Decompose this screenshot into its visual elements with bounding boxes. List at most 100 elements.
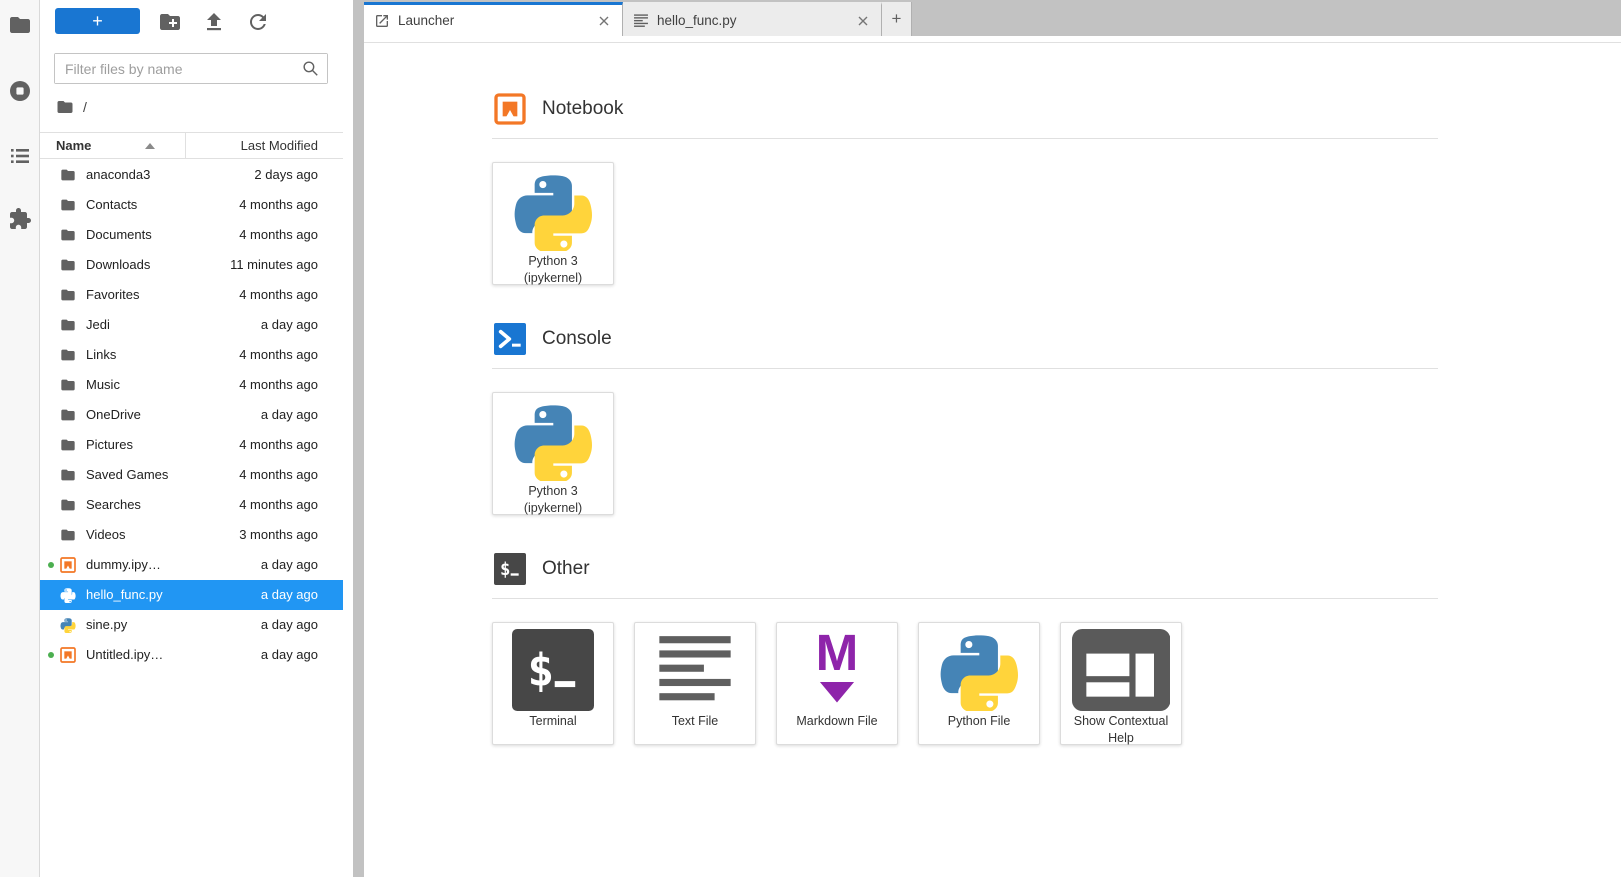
file-last-modified: 4 months ago bbox=[239, 227, 318, 242]
python-icon bbox=[512, 169, 594, 251]
card-row: Python 3 (ipykernel) bbox=[492, 392, 1438, 515]
filter-box bbox=[54, 53, 328, 84]
file-name: sine.py bbox=[86, 617, 128, 632]
file-name: dummy.ipy… bbox=[86, 557, 161, 572]
section-divider bbox=[492, 598, 1438, 599]
file-name: Music bbox=[86, 377, 120, 392]
sidebar-tab-extensions[interactable] bbox=[8, 207, 32, 231]
file-name: OneDrive bbox=[86, 407, 141, 422]
file-row[interactable]: OneDrive a day ago bbox=[40, 400, 343, 430]
tab-launcher[interactable]: Launcher bbox=[364, 2, 623, 36]
folder-icon bbox=[60, 317, 76, 333]
section-title: Other bbox=[542, 558, 590, 579]
file-last-modified: a day ago bbox=[260, 557, 318, 572]
launcher-card-text-file[interactable]: Text File bbox=[634, 622, 756, 745]
tab-hello-func-py[interactable]: hello_func.py bbox=[623, 2, 882, 36]
markdown-icon: M bbox=[796, 629, 878, 711]
file-last-modified: 4 months ago bbox=[239, 437, 318, 452]
file-last-modified: 4 months ago bbox=[239, 287, 318, 302]
sidebar-tab-file-browser[interactable] bbox=[8, 13, 32, 37]
text-file-icon bbox=[654, 629, 736, 711]
file-name: Links bbox=[86, 347, 117, 362]
file-list: anaconda3 2 days ago Contacts 4 months a… bbox=[40, 160, 343, 670]
file-row[interactable]: Pictures 4 months ago bbox=[40, 430, 343, 460]
card-row: $ Terminal Text File M Markdown File Pyt… bbox=[492, 622, 1438, 745]
column-divider bbox=[185, 133, 186, 158]
launcher-section: Notebook Python 3 (ipykernel) bbox=[492, 93, 1438, 285]
file-row[interactable]: Music 4 months ago bbox=[40, 370, 343, 400]
folder-icon bbox=[60, 377, 76, 393]
root-folder-icon[interactable] bbox=[56, 98, 74, 116]
file-row[interactable]: Downloads 11 minutes ago bbox=[40, 250, 343, 280]
file-row[interactable]: hello_func.py a day ago bbox=[40, 580, 343, 610]
file-browser-toolbar: + bbox=[40, 0, 353, 46]
refresh-button[interactable] bbox=[246, 10, 270, 34]
folder-icon bbox=[60, 347, 76, 363]
file-row[interactable]: Videos 3 months ago bbox=[40, 520, 343, 550]
terminal-icon: $ bbox=[494, 553, 526, 585]
file-row[interactable]: Favorites 4 months ago bbox=[40, 280, 343, 310]
stop-circle-icon bbox=[8, 79, 32, 103]
svg-text:$: $ bbox=[500, 560, 510, 580]
launcher-card-markdown-file[interactable]: M Markdown File bbox=[776, 622, 898, 745]
folder-icon bbox=[60, 407, 76, 423]
sidebar-splitter[interactable] bbox=[353, 0, 364, 877]
file-last-modified: 4 months ago bbox=[239, 197, 318, 212]
card-label: Show Contextual Help bbox=[1073, 714, 1169, 745]
sidebar-tab-running[interactable] bbox=[8, 79, 32, 103]
file-row[interactable]: Untitled.ipy… a day ago bbox=[40, 640, 343, 670]
folder-icon bbox=[60, 197, 76, 213]
folder-icon bbox=[60, 497, 76, 513]
column-header-last-modified[interactable]: Last Modified bbox=[241, 138, 318, 153]
file-row[interactable]: Links 4 months ago bbox=[40, 340, 343, 370]
launcher-card-python-3-ipykernel-[interactable]: Python 3 (ipykernel) bbox=[492, 392, 614, 515]
launcher-card-terminal[interactable]: $ Terminal bbox=[492, 622, 614, 745]
close-icon[interactable] bbox=[596, 13, 612, 29]
file-row[interactable]: Saved Games 4 months ago bbox=[40, 460, 343, 490]
card-label: Terminal bbox=[529, 714, 577, 728]
python-icon bbox=[60, 617, 76, 633]
file-last-modified: 4 months ago bbox=[239, 377, 318, 392]
file-last-modified: a day ago bbox=[260, 617, 318, 632]
filter-files-input[interactable] bbox=[55, 54, 327, 83]
file-last-modified: 4 months ago bbox=[239, 497, 318, 512]
sidebar-tab-toc[interactable] bbox=[8, 144, 32, 168]
breadcrumb-root[interactable]: / bbox=[83, 99, 87, 115]
new-folder-button[interactable] bbox=[158, 10, 182, 34]
launcher-card-python-file[interactable]: Python File bbox=[918, 622, 1040, 745]
file-row[interactable]: sine.py a day ago bbox=[40, 610, 343, 640]
file-row[interactable]: anaconda3 2 days ago bbox=[40, 160, 343, 190]
launcher-card-show-contextual-help[interactable]: Show Contextual Help bbox=[1060, 622, 1182, 745]
file-row[interactable]: Contacts 4 months ago bbox=[40, 190, 343, 220]
card-label: Text File bbox=[671, 714, 719, 728]
section-header: Console bbox=[492, 323, 1438, 355]
launcher-icon bbox=[374, 13, 390, 29]
python-icon bbox=[60, 587, 76, 603]
add-tab-button[interactable]: + bbox=[882, 2, 912, 36]
file-row[interactable]: dummy.ipy… a day ago bbox=[40, 550, 343, 580]
python-icon bbox=[938, 629, 1020, 711]
column-header-name[interactable]: Name bbox=[56, 138, 91, 153]
new-launcher-button[interactable]: + bbox=[55, 8, 140, 34]
launcher-section: Console Python 3 (ipykernel) bbox=[492, 323, 1438, 515]
notebook-icon bbox=[494, 93, 526, 125]
file-row[interactable]: Documents 4 months ago bbox=[40, 220, 343, 250]
file-list-header: Name Last Modified bbox=[40, 132, 343, 159]
text-file-icon bbox=[633, 13, 649, 29]
upload-button[interactable] bbox=[202, 10, 226, 34]
file-last-modified: a day ago bbox=[260, 317, 318, 332]
file-row[interactable]: Searches 4 months ago bbox=[40, 490, 343, 520]
file-last-modified: a day ago bbox=[260, 647, 318, 662]
launcher-card-python-3-ipykernel-[interactable]: Python 3 (ipykernel) bbox=[492, 162, 614, 285]
file-name: Documents bbox=[86, 227, 152, 242]
file-last-modified: 4 months ago bbox=[239, 467, 318, 482]
running-kernel-indicator bbox=[48, 562, 54, 568]
toc-list-icon bbox=[8, 144, 32, 168]
file-last-modified: 3 months ago bbox=[239, 527, 318, 542]
folder-icon bbox=[8, 13, 32, 37]
svg-text:M: M bbox=[816, 629, 859, 681]
file-row[interactable]: Jedi a day ago bbox=[40, 310, 343, 340]
close-icon[interactable] bbox=[855, 13, 871, 29]
file-name: Untitled.ipy… bbox=[86, 647, 164, 662]
upload-icon bbox=[202, 10, 226, 34]
